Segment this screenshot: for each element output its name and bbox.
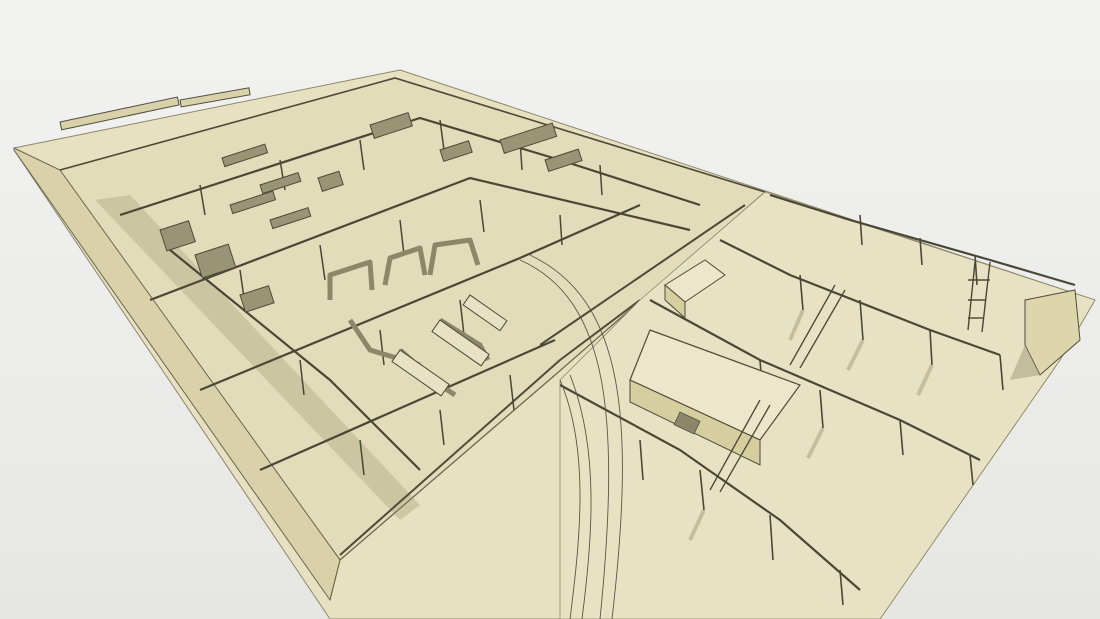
3d-model-viewport[interactable]: [0, 0, 1100, 619]
industrial-building-model: [13, 69, 1096, 619]
